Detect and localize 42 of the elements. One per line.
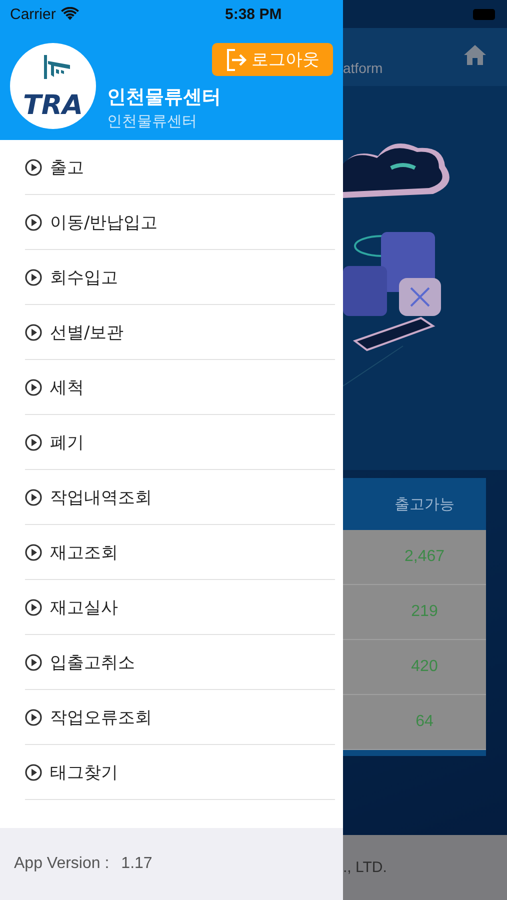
menu-item[interactable]: 이동/반납입고 (25, 195, 335, 250)
play-icon (25, 268, 42, 286)
menu-item[interactable]: 작업오류조회 (25, 690, 335, 745)
play-icon (25, 708, 42, 726)
play-icon (25, 654, 42, 670)
logout-icon (226, 48, 248, 72)
nav-title: atform (343, 60, 383, 76)
home-icon[interactable] (463, 44, 487, 66)
center-name: 인천물류센터 (107, 85, 221, 110)
play-icon (25, 488, 42, 506)
menu-item[interactable]: 세척 (25, 360, 335, 415)
status-time: 5:38 PM (225, 6, 282, 22)
menu-item[interactable]: 선별/보관 (25, 305, 335, 360)
wifi-icon (60, 7, 79, 21)
play-icon (25, 158, 42, 176)
play-icon (25, 764, 42, 780)
menu-item[interactable]: 태그찾기 (25, 745, 335, 800)
center-subtitle: 인천물류센터 (107, 112, 197, 131)
battery-icon (473, 8, 495, 20)
menu-item[interactable]: 작업내역조회 (25, 470, 335, 525)
company-logo: TRA (10, 43, 96, 129)
play-icon (25, 324, 42, 340)
play-icon (25, 434, 42, 450)
play-icon (25, 214, 42, 230)
menu-item[interactable]: 회수입고 (25, 250, 335, 305)
app-version-label: App Version : (14, 855, 110, 873)
table-cell: 420 (343, 640, 486, 695)
table-cell: 2,467 (343, 530, 486, 585)
menu-item[interactable]: 입출고취소 (25, 635, 335, 690)
carrier-label: Carrier (10, 6, 56, 22)
play-icon (25, 544, 42, 560)
app-version: 1.17 (121, 855, 152, 873)
menu-item[interactable]: 재고실사 (25, 580, 335, 635)
menu-item[interactable]: 출고 (25, 140, 335, 195)
menu-item[interactable]: 재고조회 (25, 525, 335, 580)
footer-text: ., LTD. (343, 859, 387, 876)
table-cell: 219 (343, 585, 486, 640)
play-icon (25, 378, 42, 396)
column-header: 출고가능 (394, 494, 456, 514)
menu-item[interactable]: 폐기 (25, 415, 335, 470)
play-icon (25, 598, 42, 616)
table-cell: 64 (343, 695, 486, 750)
